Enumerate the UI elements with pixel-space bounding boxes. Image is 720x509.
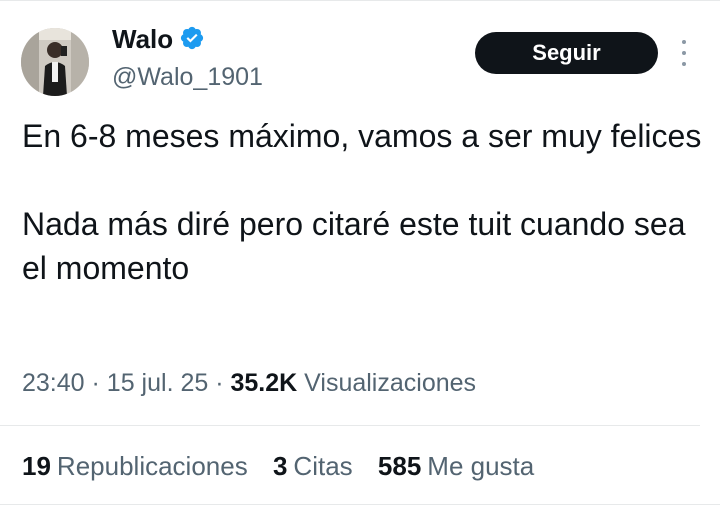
top-divider	[0, 0, 720, 1]
more-dot	[682, 62, 686, 66]
display-name-text[interactable]: Walo	[112, 24, 173, 54]
views-label: Visualizaciones	[304, 369, 477, 397]
tweet-paragraph: En 6-8 meses máximo, vamos a ser muy fel…	[22, 118, 702, 154]
tweet-meta: 23:40 · 15 jul. 25 · 35.2K Visualizacion…	[22, 366, 476, 400]
views-count: 35.2K	[230, 369, 298, 397]
meta-separator: ·	[215, 369, 231, 397]
verified-badge-icon	[181, 26, 204, 50]
bottom-divider	[0, 504, 720, 505]
follow-button[interactable]: Seguir	[475, 32, 658, 74]
more-options-icon[interactable]	[679, 40, 689, 66]
quotes-label: Citas	[293, 451, 353, 481]
quotes-count: 3	[272, 451, 288, 481]
quotes-stat[interactable]: 3 Citas	[273, 451, 353, 481]
avatar[interactable]	[21, 28, 89, 96]
tweet-paragraph: Nada más diré pero citaré este tuit cuan…	[22, 206, 686, 286]
reposts-stat[interactable]: 19 Republicaciones	[22, 451, 248, 481]
meta-separator: ·	[91, 369, 107, 397]
divider	[0, 425, 700, 426]
likes-stat[interactable]: 585 Me gusta	[378, 451, 534, 481]
likes-count: 585	[377, 451, 422, 481]
display-name[interactable]: Walo	[112, 22, 205, 56]
user-handle[interactable]: @Walo_1901	[112, 60, 263, 94]
more-dot	[682, 51, 686, 55]
reposts-label: Republicaciones	[56, 451, 248, 481]
tweet-date[interactable]: 15 jul. 25	[107, 369, 208, 397]
avatar-photo	[21, 28, 89, 96]
tweet-text: En 6-8 meses máximo, vamos a ser muy fel…	[22, 114, 702, 290]
more-dot	[682, 40, 686, 44]
likes-label: Me gusta	[427, 451, 535, 481]
reposts-count: 19	[22, 451, 51, 481]
engagement-stats: 19 Republicaciones 3 Citas 585 Me gusta	[22, 448, 552, 484]
tweet-time[interactable]: 23:40	[22, 369, 85, 397]
